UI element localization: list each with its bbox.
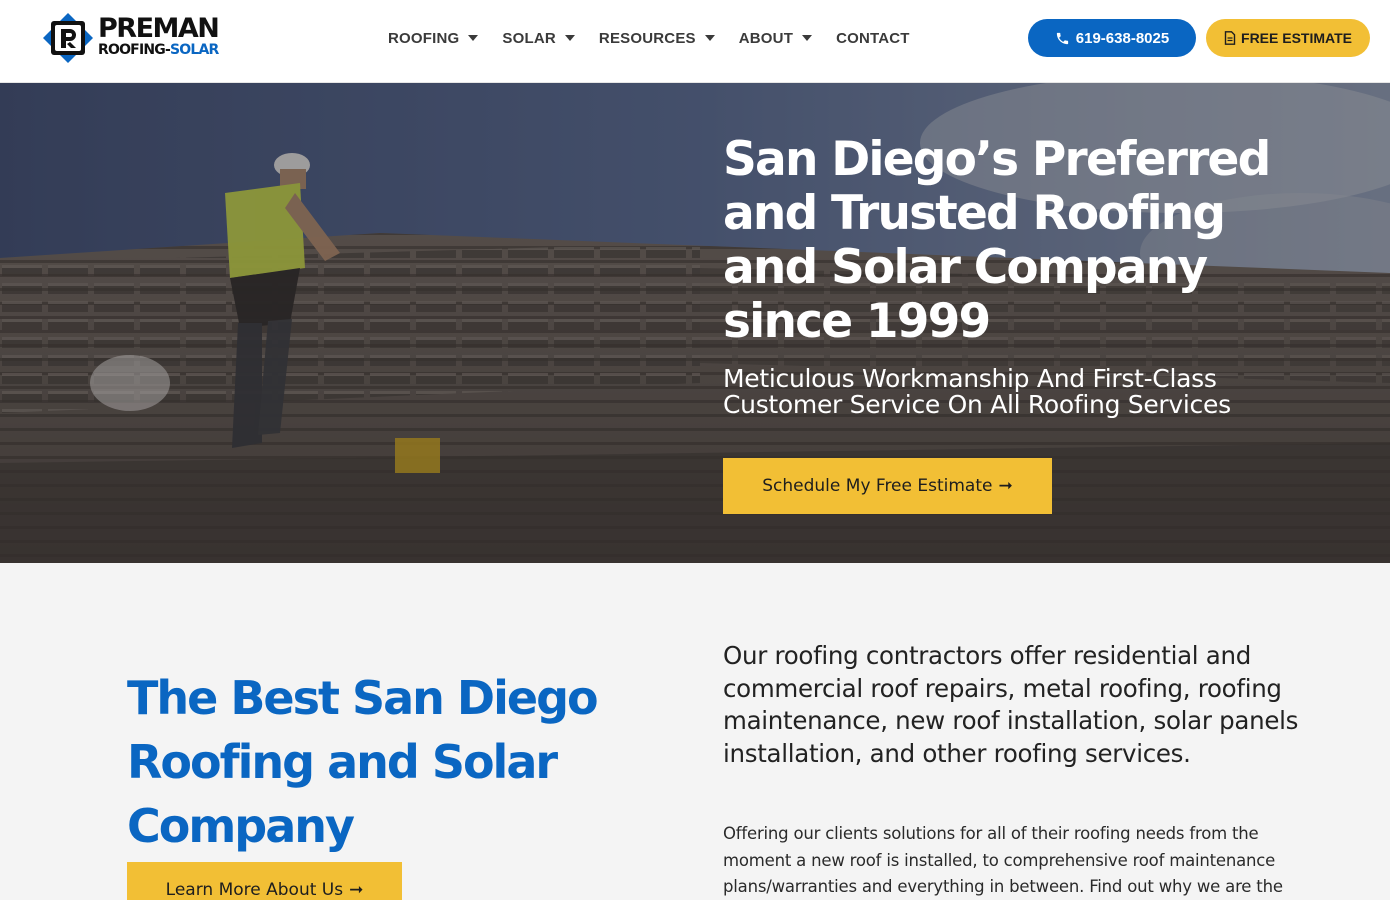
logo-name-bottom: ROOFING-SOLAR <box>98 42 219 58</box>
hero-subtitle: Meticulous Workmanship And First-Class C… <box>723 364 1231 419</box>
schedule-estimate-label: Schedule My Free Estimate <box>762 476 993 496</box>
logo-name-top: PREMAN <box>98 13 220 44</box>
preman-logo[interactable]: PREMAN ROOFING-SOLAR <box>42 12 242 64</box>
nav-item-label: ABOUT <box>738 29 794 47</box>
nav-item-label: CONTACT <box>836 29 910 47</box>
nav-item-label: RESOURCES <box>598 29 696 47</box>
caret-down-icon <box>564 35 575 41</box>
nav-item-resources[interactable]: RESOURCES <box>599 30 715 47</box>
phone-button[interactable]: 619-638-8025 <box>1028 19 1196 57</box>
nav-item-about[interactable]: ABOUT <box>738 29 813 47</box>
logo-roofing-text: ROOFING <box>98 42 166 58</box>
caret-down-icon <box>802 35 813 41</box>
hero-title: San Diego’s Preferred and Trusted Roofin… <box>723 132 1271 349</box>
schedule-estimate-button[interactable]: Schedule My Free Estimate ➞ <box>723 458 1052 514</box>
nav-item-solar[interactable]: SOLAR <box>502 30 575 47</box>
arrow-right-icon: ➞ <box>349 880 364 900</box>
logo-mark-icon <box>43 13 93 63</box>
caret-down-icon <box>468 35 479 41</box>
arrow-right-icon: ➞ <box>998 476 1013 496</box>
free-estimate-label: FREE ESTIMATE <box>1241 30 1352 46</box>
nav-item-roofing[interactable]: ROOFING <box>388 29 479 47</box>
phone-icon <box>1056 32 1068 44</box>
learn-more-label: Learn More About Us <box>165 880 344 900</box>
hero-section: San Diego’s Preferred and Trusted Roofin… <box>0 83 1390 563</box>
document-icon <box>1224 31 1236 45</box>
nav-item-contact[interactable]: CONTACT <box>836 30 910 47</box>
caret-down-icon <box>704 35 715 41</box>
site-header: PREMAN ROOFING-SOLAR ROOFING SOLAR RESOU… <box>0 0 1390 83</box>
free-estimate-button[interactable]: FREE ESTIMATE <box>1206 19 1370 57</box>
learn-more-button[interactable]: Learn More About Us ➞ <box>127 862 402 900</box>
services-body-text: Offering our clients solutions for all o… <box>723 824 1283 897</box>
about-title: The Best San Diego Roofing and Solar Com… <box>127 671 599 853</box>
logo-solar-text: SOLAR <box>169 42 219 58</box>
services-lead-text: Our roofing contractors offer residentia… <box>723 641 1299 768</box>
main-nav: ROOFING SOLAR RESOURCES ABOUT CONTACT <box>388 27 934 49</box>
nav-item-label: ROOFING <box>388 29 460 47</box>
nav-item-label: SOLAR <box>502 29 556 47</box>
phone-number: 619-638-8025 <box>1075 29 1170 47</box>
